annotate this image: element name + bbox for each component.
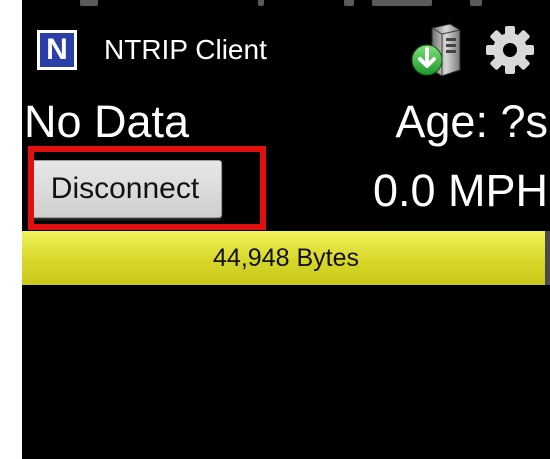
download-server-icon[interactable] <box>410 22 464 78</box>
app-title: NTRIP Client <box>104 34 267 65</box>
data-status-text: No Data <box>24 96 190 147</box>
disconnect-button[interactable]: Disconnect <box>28 160 222 218</box>
age-text: Age: ?s <box>395 96 548 147</box>
status-bar <box>22 0 550 12</box>
phone-screen: N NTRIP Client No Data Age: ?s Disconnec… <box>22 0 550 459</box>
action-bar: N NTRIP Client <box>22 14 550 86</box>
app-logo: N <box>37 30 77 70</box>
bytes-label: 44,948 Bytes <box>213 243 359 272</box>
gear-icon[interactable] <box>484 24 536 76</box>
bytes-progress-bar: 44,948 Bytes <box>22 231 550 285</box>
speed-text: 0.0 MPH <box>372 165 548 216</box>
app-logo-letter: N <box>46 33 68 66</box>
